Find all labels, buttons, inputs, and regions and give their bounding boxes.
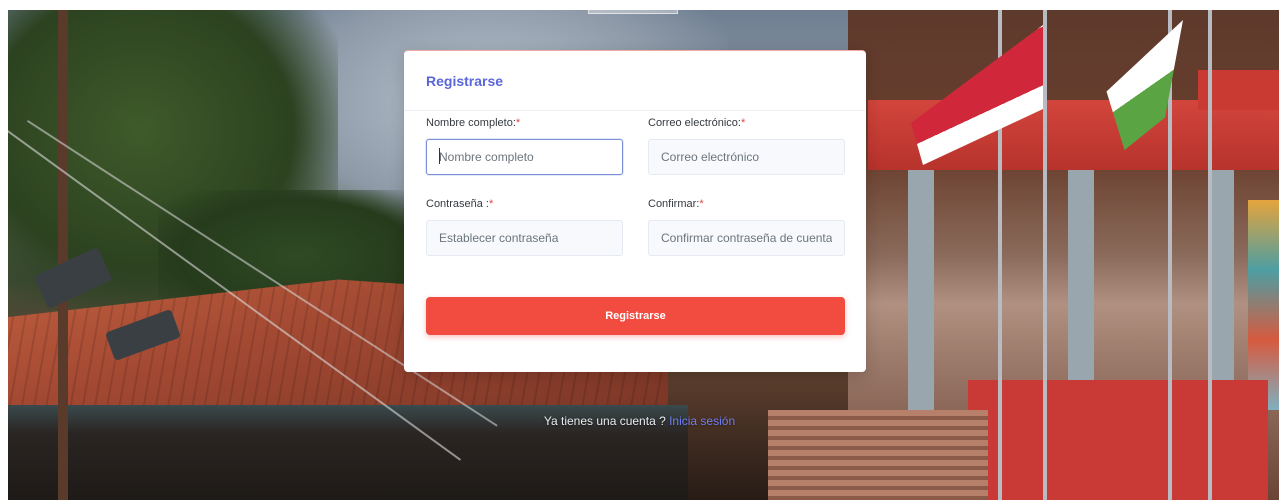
required-mark: * xyxy=(740,117,746,129)
login-link[interactable]: Inicia sesión xyxy=(669,414,735,428)
required-mark: * xyxy=(515,117,521,129)
register-card: Registrarse Nombre completo:* Correo ele… xyxy=(404,50,866,372)
mural xyxy=(1248,200,1279,410)
confirm-password-label: Confirmar:* xyxy=(648,198,704,210)
password-group: Contraseña :* xyxy=(426,198,623,256)
confirm-password-input[interactable] xyxy=(648,220,845,256)
column xyxy=(908,170,934,410)
required-mark: * xyxy=(699,198,704,210)
email-label: Correo electrónico:* xyxy=(648,117,746,129)
login-prompt: Ya tienes una cuenta ? Inicia sesión xyxy=(0,414,1279,428)
card-header: Registrarse xyxy=(404,51,866,111)
register-button[interactable]: Registrarse xyxy=(426,297,845,335)
password-input[interactable] xyxy=(426,220,623,256)
form-title: Registrarse xyxy=(426,73,504,89)
text-cursor xyxy=(439,148,440,164)
required-mark: * xyxy=(488,198,494,210)
full-name-group: Nombre completo:* xyxy=(426,117,623,175)
email-group: Correo electrónico:* xyxy=(648,117,845,175)
password-label: Contraseña :* xyxy=(426,198,494,210)
full-name-label: Nombre completo:* xyxy=(426,117,521,129)
full-name-input[interactable] xyxy=(426,139,623,175)
confirm-password-group: Confirmar:* xyxy=(648,198,845,256)
column xyxy=(1068,170,1094,410)
email-input[interactable] xyxy=(648,139,845,175)
login-prompt-text: Ya tienes una cuenta ? xyxy=(543,414,670,428)
red-wall xyxy=(968,380,1268,500)
logo-strip xyxy=(588,0,678,14)
